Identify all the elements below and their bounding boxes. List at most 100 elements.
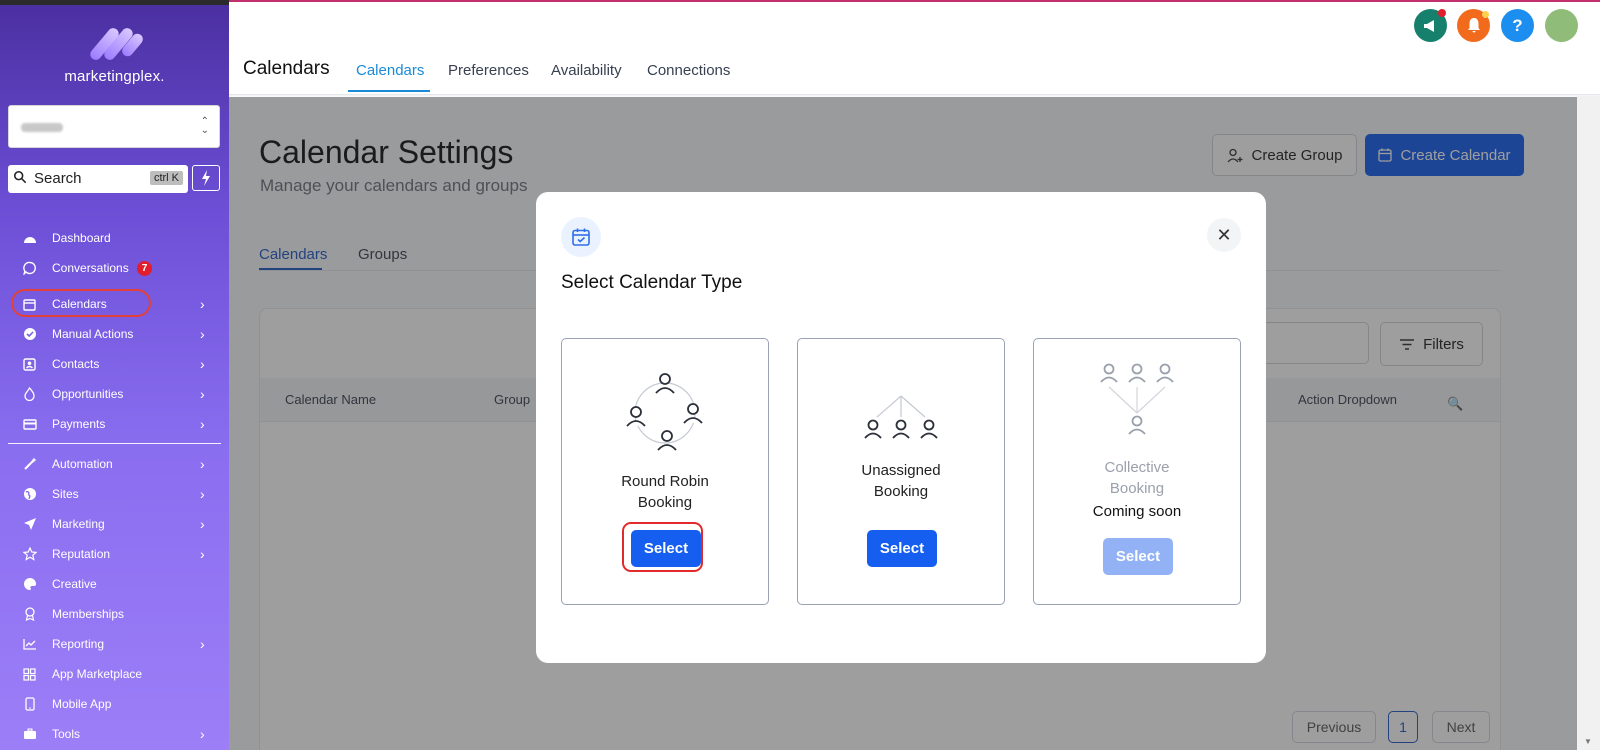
brand-name: marketingplex. bbox=[64, 68, 165, 85]
sidebar-item-dashboard[interactable]: Dashboard bbox=[0, 225, 229, 251]
card-title-line1: Round Robin bbox=[621, 473, 709, 490]
calendar-icon bbox=[22, 297, 37, 312]
page-scrollbar[interactable]: ▼ bbox=[1577, 96, 1600, 750]
card-title-line1: Unassigned bbox=[861, 462, 941, 479]
sidebar-item-calendars[interactable]: Calendars › bbox=[0, 291, 229, 317]
award-icon bbox=[22, 607, 37, 622]
chevron-right-icon: › bbox=[200, 516, 205, 532]
sidebar-item-label: Reporting bbox=[52, 637, 105, 651]
sidebar-item-label: Automation bbox=[52, 457, 113, 471]
calendar-check-icon bbox=[561, 217, 601, 257]
sidebar-item-reputation[interactable]: Reputation › bbox=[0, 541, 229, 567]
chevron-right-icon: › bbox=[200, 356, 205, 372]
sidebar-item-creative[interactable]: Creative bbox=[0, 571, 229, 597]
grid-icon bbox=[22, 667, 37, 682]
unassigned-illustration-icon bbox=[798, 395, 1004, 441]
sidebar-item-label: Payments bbox=[52, 417, 106, 431]
chevron-right-icon: › bbox=[200, 546, 205, 562]
logo-mark-icon bbox=[85, 25, 145, 63]
chevron-right-icon: › bbox=[200, 326, 205, 342]
tab-preferences[interactable]: Preferences bbox=[448, 62, 529, 79]
sidebar-item-tools[interactable]: Tools › bbox=[0, 721, 229, 747]
sidebar-item-label: Contacts bbox=[52, 357, 100, 371]
notifications-bell-icon[interactable] bbox=[1457, 9, 1490, 42]
brand-logo[interactable]: marketingplex. bbox=[0, 25, 229, 85]
phone-icon bbox=[22, 697, 37, 712]
chevron-right-icon: › bbox=[200, 416, 205, 432]
account-switcher[interactable]: ⌃ ⌄ bbox=[8, 105, 220, 148]
flame-icon bbox=[22, 387, 37, 402]
search-shortcut: ctrl K bbox=[149, 171, 183, 185]
coming-soon-label: Coming soon bbox=[1092, 503, 1182, 520]
card-title-line2: Booking bbox=[873, 483, 929, 500]
card-round-robin[interactable]: Round Robin Booking Select bbox=[561, 338, 769, 605]
chevron-right-icon: › bbox=[200, 726, 205, 742]
collective-illustration-icon bbox=[1034, 361, 1240, 441]
sidebar-item-opportunities[interactable]: Opportunities › bbox=[0, 381, 229, 407]
sidebar-item-manual-actions[interactable]: Manual Actions › bbox=[0, 321, 229, 347]
tab-connections[interactable]: Connections bbox=[647, 62, 730, 79]
search-label: Search bbox=[34, 170, 82, 187]
search-icon bbox=[13, 170, 27, 184]
sidebar-item-label: Opportunities bbox=[52, 387, 124, 401]
sidebar-item-automation[interactable]: Automation › bbox=[0, 451, 229, 477]
tab-availability[interactable]: Availability bbox=[551, 62, 622, 79]
sidebar-item-payments[interactable]: Payments › bbox=[0, 411, 229, 437]
help-icon[interactable]: ? bbox=[1501, 9, 1534, 42]
sidebar-item-label: Mobile App bbox=[52, 697, 112, 711]
sidebar-item-marketing[interactable]: Marketing › bbox=[0, 511, 229, 537]
sidebar-item-reporting[interactable]: Reporting › bbox=[0, 631, 229, 657]
chevron-right-icon: › bbox=[200, 296, 205, 312]
chevron-right-icon: › bbox=[200, 636, 205, 652]
sidebar-item-label: Reputation bbox=[52, 547, 111, 561]
sidebar-item-conversations[interactable]: Conversations 7 bbox=[0, 255, 229, 281]
card-icon bbox=[22, 417, 37, 432]
sidebar-item-label: Marketing bbox=[52, 517, 105, 531]
select-calendar-type-modal: ✕ Select Calendar Type Round Robin Booki… bbox=[536, 192, 1266, 663]
card-collective[interactable]: Collective Booking Coming soon Select bbox=[1033, 338, 1241, 605]
select-unassigned-button[interactable]: Select bbox=[867, 530, 937, 567]
quick-action-button[interactable] bbox=[192, 165, 220, 191]
sidebar-item-label: Memberships bbox=[52, 607, 125, 621]
sidebar-item-contacts[interactable]: Contacts › bbox=[0, 351, 229, 377]
scroll-down-arrow-icon[interactable]: ▼ bbox=[1584, 737, 1592, 746]
sidebar-item-mobile-app[interactable]: Mobile App bbox=[0, 691, 229, 717]
account-name-redacted bbox=[21, 123, 63, 132]
chart-icon bbox=[22, 637, 37, 652]
sidebar-item-label: Tools bbox=[52, 727, 81, 741]
close-icon[interactable]: ✕ bbox=[1207, 218, 1241, 252]
card-unassigned[interactable]: Unassigned Booking Select bbox=[797, 338, 1005, 605]
palette-icon bbox=[22, 577, 37, 592]
round-robin-illustration-icon bbox=[562, 369, 768, 453]
unread-count-badge: 7 bbox=[137, 260, 152, 276]
sidebar-item-label: App Marketplace bbox=[52, 667, 143, 681]
sidebar-item-sites[interactable]: Sites › bbox=[0, 481, 229, 507]
chevron-right-icon: › bbox=[200, 386, 205, 402]
updown-chevron-icon: ⌃ ⌄ bbox=[200, 116, 209, 136]
chevron-right-icon: › bbox=[200, 456, 205, 472]
chevron-right-icon: › bbox=[200, 486, 205, 502]
modal-title: Select Calendar Type bbox=[561, 272, 743, 293]
sidebar-item-label: Creative bbox=[52, 577, 97, 591]
page-heading: Calendars bbox=[243, 58, 330, 79]
sidebar-item-label: Manual Actions bbox=[52, 327, 134, 341]
sidebar-item-label: Calendars bbox=[52, 297, 107, 311]
chat-icon bbox=[22, 261, 37, 276]
dashboard-icon bbox=[22, 231, 37, 246]
tab-calendars[interactable]: Calendars bbox=[356, 62, 424, 79]
sidebar-item-memberships[interactable]: Memberships bbox=[0, 601, 229, 627]
select-highlight-ring bbox=[622, 522, 703, 572]
announcements-icon[interactable] bbox=[1414, 9, 1447, 42]
sidebar-divider bbox=[8, 443, 221, 444]
sidebar-item-label: Dashboard bbox=[52, 231, 111, 245]
user-avatar[interactable] bbox=[1545, 9, 1578, 42]
sidebar-search[interactable]: Search ctrl K bbox=[8, 165, 188, 193]
sidebar-item-label: Sites bbox=[52, 487, 79, 501]
send-icon bbox=[22, 517, 37, 532]
star-icon bbox=[22, 547, 37, 562]
check-circle-icon bbox=[22, 327, 37, 342]
card-title-line1: Collective bbox=[1104, 459, 1170, 476]
sidebar: marketingplex. ⌃ ⌄ Search ctrl K Dashboar… bbox=[0, 0, 229, 750]
lightning-icon bbox=[202, 170, 210, 186]
sidebar-item-app-marketplace[interactable]: App Marketplace bbox=[0, 661, 229, 687]
